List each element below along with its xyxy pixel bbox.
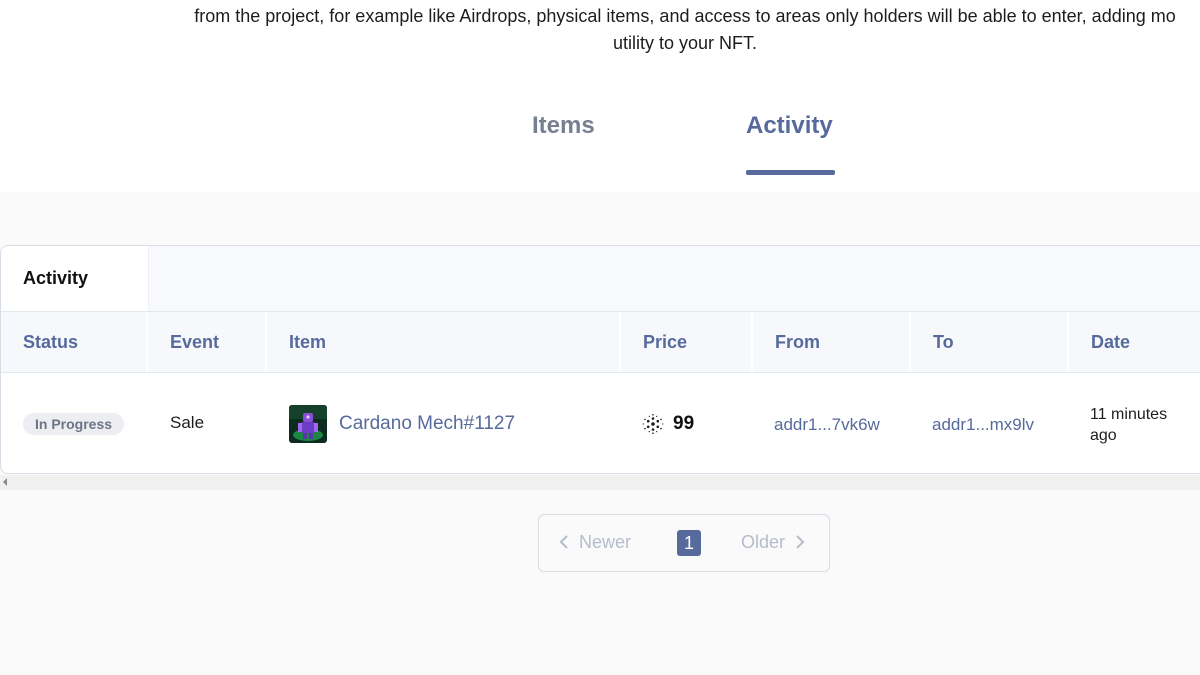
table-row: In Progress Sale Cardano Mech#1127 99 ad… (1, 373, 1200, 473)
status-badge: In Progress (23, 413, 125, 435)
tab-activity[interactable]: Activity (746, 112, 833, 176)
pagination-older-button[interactable]: Older (741, 532, 805, 553)
activity-table-panel: Activity Status Event Item Price From To… (0, 245, 1200, 474)
pagination: Newer 1 Older (538, 514, 830, 572)
table-header: Status Event Item Price From To Date (1, 311, 1200, 373)
column-header-to: To (911, 312, 1069, 372)
price-value: 99 (673, 413, 695, 434)
chevron-right-icon (796, 535, 805, 549)
collection-description: from the project, for example like Airdr… (130, 3, 1200, 57)
from-address-link[interactable]: addr1...7vk6w (774, 415, 880, 435)
column-header-item: Item (267, 312, 621, 372)
activity-section: Activity Status Event Item Price From To… (0, 192, 1200, 675)
pagination-current-page[interactable]: 1 (677, 530, 701, 556)
collection-description-section: from the project, for example like Airdr… (0, 0, 1200, 192)
date-cell: 11 minutes ago (1090, 406, 1168, 444)
active-tab-indicator (746, 170, 835, 175)
item-name-link[interactable]: Cardano Mech#1127 (339, 413, 515, 435)
column-header-event: Event (148, 312, 267, 372)
cardano-icon (642, 414, 664, 434)
column-header-price: Price (621, 312, 753, 372)
description-line-2: utility to your NFT. (612, 33, 758, 53)
panel-tab-activity[interactable]: Activity (1, 246, 149, 311)
column-header-date: Date (1091, 332, 1131, 352)
nft-thumbnail[interactable] (289, 405, 327, 443)
column-header-status: Status (1, 312, 148, 372)
event-cell: Sale (170, 413, 205, 432)
to-address-link[interactable]: addr1...mx9lv (932, 415, 1034, 435)
panel-tab-label: Activity (23, 268, 89, 288)
horizontal-scrollbar[interactable] (0, 475, 1200, 490)
chevron-left-icon (559, 535, 568, 549)
older-label: Older (741, 532, 786, 552)
pagination-newer-button[interactable]: Newer (559, 532, 631, 553)
content-tabs: Items Activity (0, 112, 1200, 176)
column-header-from: From (753, 312, 911, 372)
newer-label: Newer (579, 532, 632, 552)
tab-items[interactable]: Items (532, 112, 595, 176)
description-line-1: from the project, for example like Airdr… (194, 6, 1176, 26)
scroll-left-arrow-icon[interactable] (3, 478, 7, 486)
